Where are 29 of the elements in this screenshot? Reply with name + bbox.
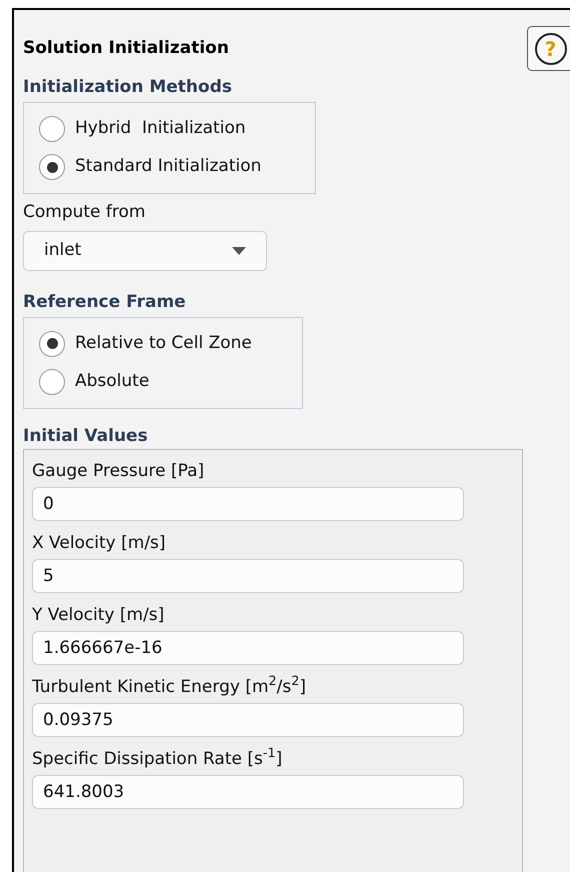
radio-option[interactable]: Hybrid Initialization [39, 110, 300, 148]
dropdown[interactable]: inlet [23, 230, 267, 270]
radio-label: Standard Initialization [75, 155, 262, 178]
radio-option[interactable]: Absolute [39, 362, 287, 400]
radio-button[interactable] [39, 154, 65, 180]
radio-button[interactable] [39, 116, 65, 142]
radio-button[interactable] [39, 368, 65, 394]
input-field[interactable]: 641.8003 [32, 774, 464, 808]
field-label: Gauge Pressure [Pa] [32, 460, 206, 482]
input-field[interactable]: 1.666667e-16 [32, 630, 464, 664]
radio-button[interactable] [39, 330, 65, 356]
field-label: Compute from [23, 201, 146, 224]
section-heading: Reference Frame [23, 290, 187, 312]
caret-icon [232, 246, 246, 254]
radio-label: Relative to Cell Zone [75, 332, 252, 355]
panel-title: Solution Initialization [23, 36, 229, 60]
field-label: Specific Dissipation Rate [s$^{-1}$] [32, 746, 284, 770]
radio-option[interactable]: Relative to Cell Zone [39, 324, 287, 362]
input-field[interactable]: 5 [32, 558, 464, 592]
radio-label: Absolute [75, 370, 150, 393]
field-label: X Velocity [m/s] [32, 532, 167, 554]
radio-option[interactable]: Standard Initialization [39, 148, 300, 186]
section-heading: Initialization Methods [23, 76, 233, 98]
field-label: Y Velocity [m/s] [32, 604, 166, 626]
input-field[interactable]: 0 [32, 486, 464, 520]
input-field[interactable]: 0.09375 [32, 702, 464, 736]
radio-label: Hybrid Initialization [75, 117, 246, 140]
section-heading: Initial Values [23, 424, 149, 446]
field-label: Turbulent Kinetic Energy [m$^{2}$/s$^{2}$] [32, 674, 307, 698]
